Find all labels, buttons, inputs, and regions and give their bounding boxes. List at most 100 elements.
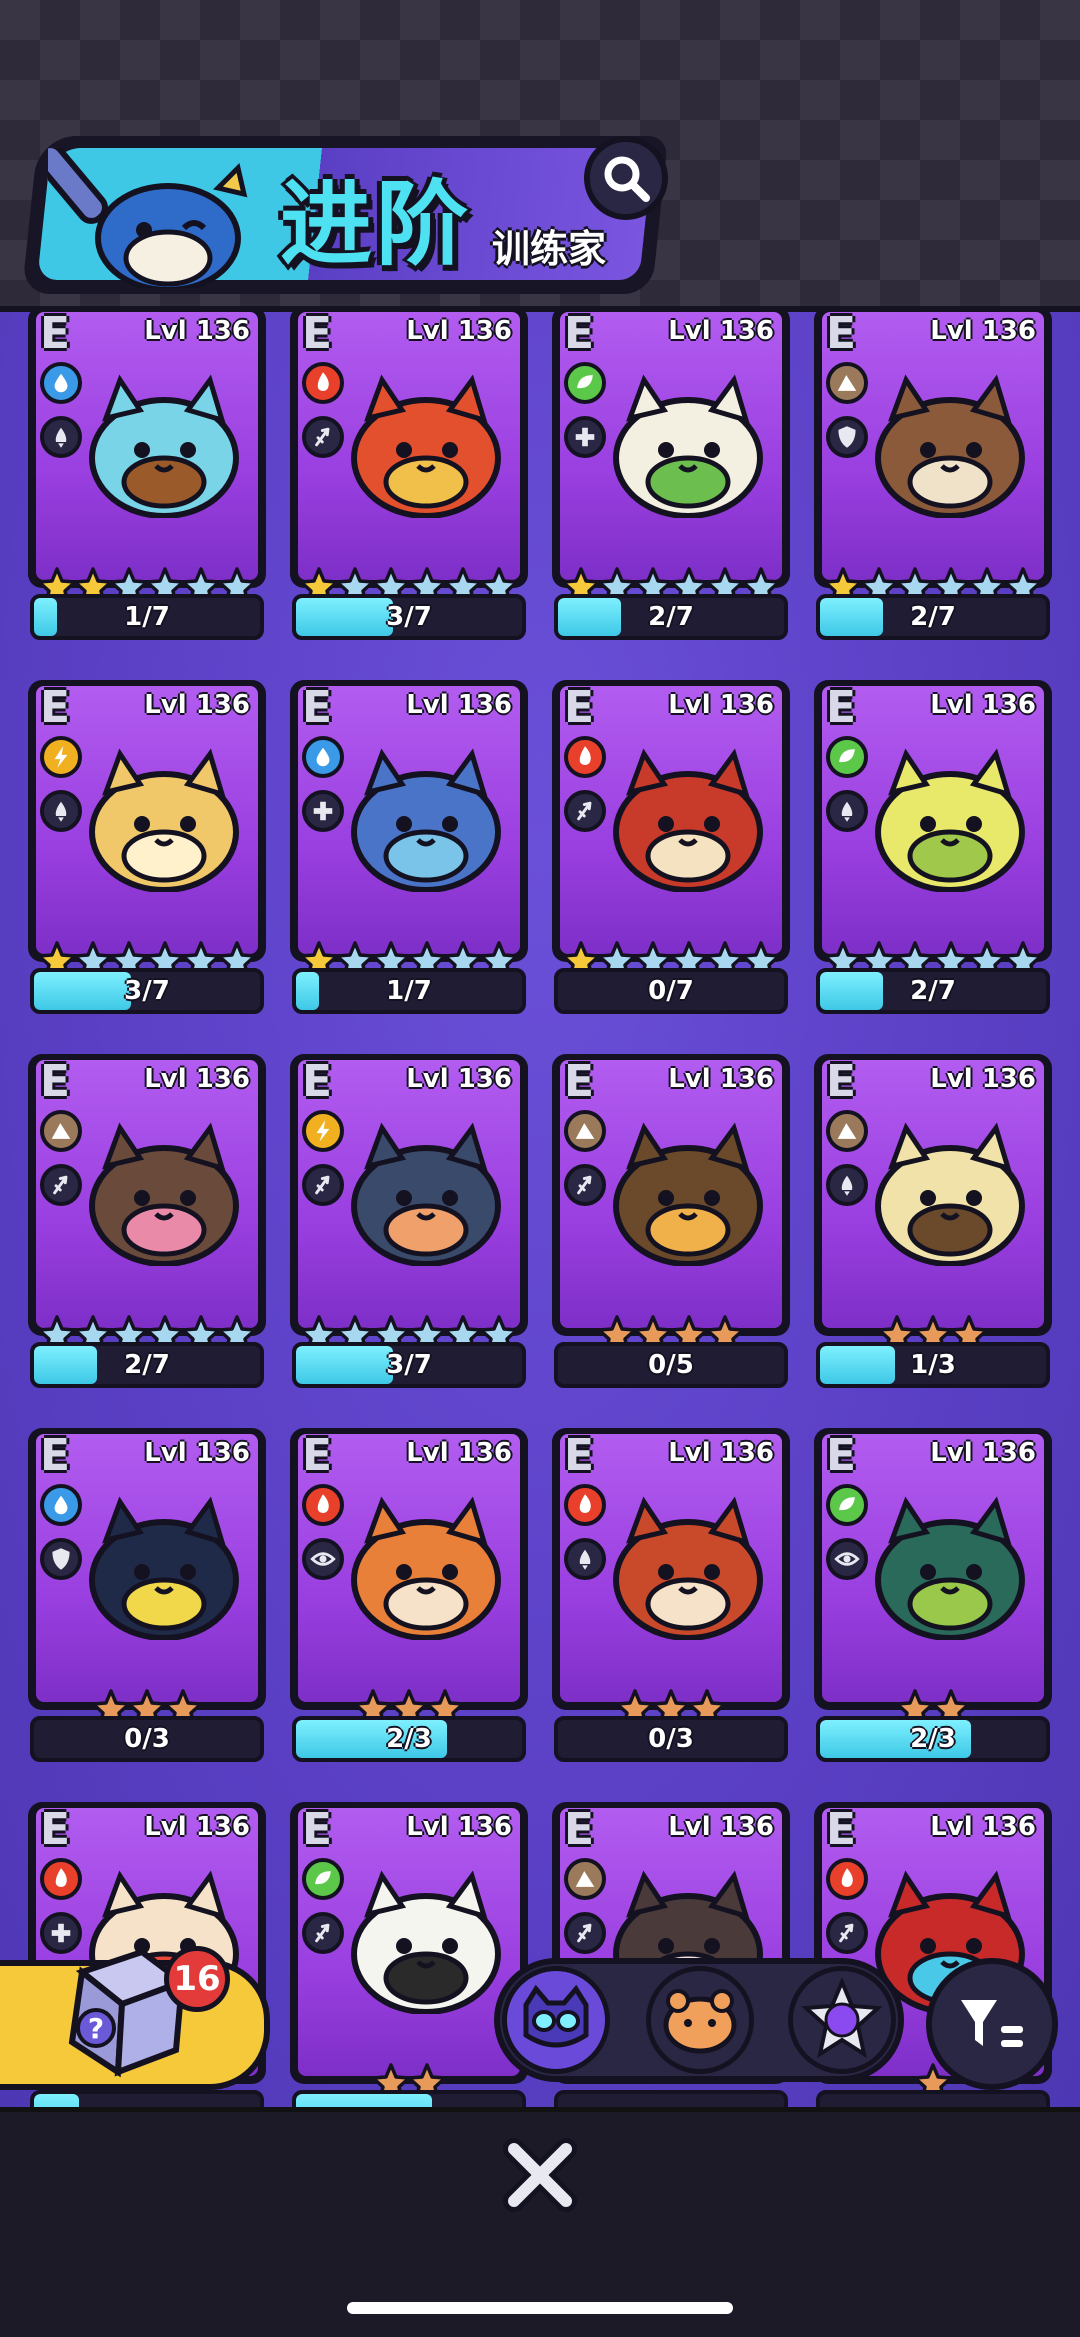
- pet-card[interactable]: E Lvl 136 0/3: [28, 1428, 266, 1764]
- page-subtitle: 训练家: [492, 227, 607, 271]
- pet-level: Lvl 136: [144, 1438, 250, 1468]
- pet-grade: E: [826, 312, 857, 359]
- pet-progress-text: 3/7: [386, 1350, 432, 1380]
- pet-creature-icon: [351, 1496, 501, 1640]
- pet-card[interactable]: E Lvl 136 0/3: [552, 1428, 790, 1764]
- pet-progress-bar: 2/3: [816, 1716, 1050, 1762]
- grass-element-icon: [302, 1858, 344, 1900]
- pet-progress-text: 2/7: [124, 1350, 170, 1380]
- pet-progress-text: 2/3: [386, 1724, 432, 1754]
- home-indicator[interactable]: [347, 2302, 733, 2314]
- pet-card[interactable]: E Lvl 136 2/7: [552, 312, 790, 642]
- dash-role-icon: [564, 1912, 606, 1954]
- target-role-icon: [826, 1538, 868, 1580]
- tab-pets[interactable]: [646, 1966, 754, 2074]
- pet-progress-bar: 0/7: [554, 968, 788, 1014]
- pet-grade: E: [564, 312, 595, 359]
- pet-creature-icon: [89, 748, 239, 892]
- pet-card-frame: E Lvl 136: [552, 1428, 790, 1728]
- trainer-mascot-icon: [48, 148, 248, 288]
- pet-card-face: E Lvl 136: [36, 686, 258, 954]
- pet-progress-bar: 3/7: [30, 968, 264, 1014]
- ground-element-icon: [564, 1858, 606, 1900]
- pet-level: Lvl 136: [930, 1812, 1036, 1842]
- pet-card[interactable]: E Lvl 136 3/7: [28, 680, 266, 1016]
- page-title: 进阶: [280, 171, 473, 278]
- pet-grade: E: [40, 1060, 71, 1107]
- shield-role-icon: [40, 1538, 82, 1580]
- pet-level: Lvl 136: [668, 690, 774, 720]
- pet-progress-bar: 3/7: [292, 1342, 526, 1388]
- pet-card-frame: E Lvl 136: [814, 680, 1052, 980]
- pet-card-face: E Lvl 136: [298, 1060, 520, 1328]
- fire-element-icon: [826, 1858, 868, 1900]
- pet-creature-icon: [351, 748, 501, 892]
- pet-card-frame: E Lvl 136: [28, 1054, 266, 1354]
- pet-level: Lvl 136: [144, 1064, 250, 1094]
- filter-button[interactable]: [926, 1958, 1058, 2090]
- ground-element-icon: [40, 1110, 82, 1152]
- pet-creature-icon: [875, 1122, 1025, 1266]
- pet-grid: E Lvl 136 1/7 E Lvl 136 3/7 E Lvl 136 2/7 E Lvl 13…: [0, 312, 1080, 2107]
- pet-grade: E: [302, 1060, 333, 1107]
- pet-card[interactable]: E Lvl 136 0/7: [552, 680, 790, 1016]
- pet-card[interactable]: E Lvl 136 2/7: [814, 680, 1052, 1016]
- pet-card[interactable]: E Lvl 136: [290, 1802, 528, 2107]
- heal-role-icon: [302, 790, 344, 832]
- pet-card[interactable]: E Lvl 136 2/7: [28, 1054, 266, 1390]
- mystery-box-icon: ?: [68, 1948, 189, 2078]
- pet-card[interactable]: E Lvl 136 2/3: [814, 1428, 1052, 1764]
- pet-level: Lvl 136: [406, 1438, 512, 1468]
- pet-card-frame: E Lvl 136: [814, 1428, 1052, 1728]
- pet-grade: E: [564, 1434, 595, 1481]
- pet-card-frame: E Lvl 136: [290, 1802, 528, 2102]
- pet-creature-icon: [613, 1496, 763, 1640]
- pet-level: Lvl 136: [930, 1438, 1036, 1468]
- pet-progress-text: [820, 2094, 1046, 2107]
- search-button[interactable]: [584, 136, 668, 220]
- cat-mask-icon: [523, 1985, 589, 2048]
- pet-progress-text: 2/3: [910, 1724, 956, 1754]
- pet-level: Lvl 136: [406, 1064, 512, 1094]
- drop-role-icon: [826, 790, 868, 832]
- tab-cat[interactable]: [502, 1966, 610, 2074]
- water-element-icon: [40, 362, 82, 404]
- dash-role-icon: [302, 416, 344, 458]
- pet-level: Lvl 136: [930, 316, 1036, 346]
- pet-grade: E: [564, 686, 595, 733]
- pet-card[interactable]: E Lvl 136 1/3: [814, 1054, 1052, 1390]
- pet-card-face: E Lvl 136: [298, 686, 520, 954]
- fire-element-icon: [302, 1484, 344, 1526]
- pet-card[interactable]: E Lvl 136 3/7: [290, 1054, 528, 1390]
- pet-card[interactable]: E Lvl 136 2/7: [814, 312, 1052, 642]
- pet-card-face: E Lvl 136: [36, 1060, 258, 1328]
- pet-card-frame: E Lvl 136: [552, 312, 790, 606]
- dash-role-icon: [302, 1912, 344, 1954]
- pet-card[interactable]: E Lvl 136 0/5: [552, 1054, 790, 1390]
- pet-level: Lvl 136: [668, 1812, 774, 1842]
- pet-progress-text: 1/7: [124, 602, 170, 632]
- pet-progress-bar: 0/5: [554, 1342, 788, 1388]
- pet-level: Lvl 136: [406, 316, 512, 346]
- water-element-icon: [40, 1484, 82, 1526]
- dash-role-icon: [564, 1164, 606, 1206]
- dash-role-icon: [40, 1164, 82, 1206]
- pet-creature-icon: [613, 748, 763, 892]
- pet-card[interactable]: E Lvl 136 2/3: [290, 1428, 528, 1764]
- pet-grade: E: [302, 1808, 333, 1855]
- pet-card[interactable]: E Lvl 136 3/7: [290, 312, 528, 642]
- pet-card-frame: E Lvl 136: [28, 1428, 266, 1728]
- pet-card[interactable]: E Lvl 136 1/7: [290, 680, 528, 1016]
- pet-progress-text: 0/3: [648, 1724, 694, 1754]
- pet-level: Lvl 136: [144, 316, 250, 346]
- close-button[interactable]: [495, 2130, 585, 2220]
- capsule-count-badge: 16: [164, 1946, 230, 2012]
- pet-card[interactable]: E Lvl 136 1/7: [28, 312, 266, 642]
- pet-progress-text: 3/7: [386, 602, 432, 632]
- pet-card-frame: E Lvl 136: [552, 680, 790, 980]
- pet-grade: E: [826, 686, 857, 733]
- tab-special[interactable]: [788, 1966, 896, 2074]
- pet-progress-text: [34, 2094, 260, 2107]
- pet-progress-text: 2/7: [648, 602, 694, 632]
- pet-creature-icon: [875, 374, 1025, 518]
